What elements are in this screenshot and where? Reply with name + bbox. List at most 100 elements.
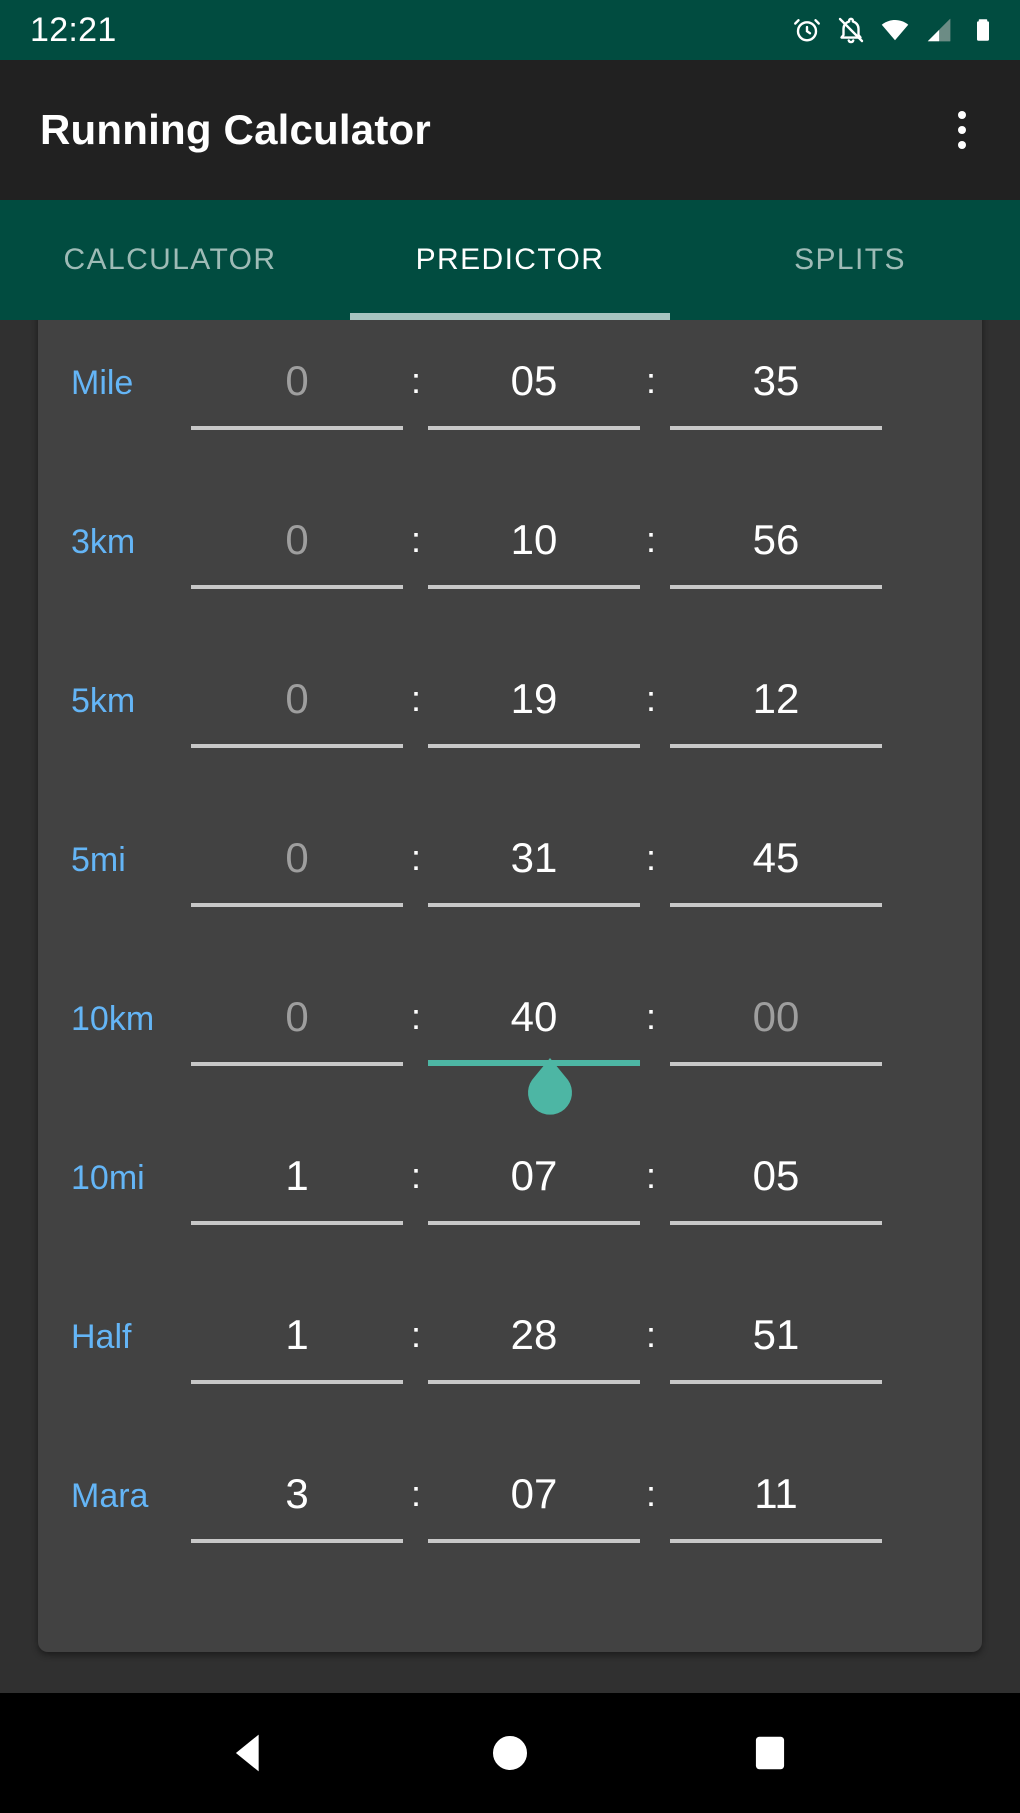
time-field-underline — [428, 1380, 640, 1384]
time-field-minutes-3km[interactable]: 10 — [428, 511, 640, 589]
time-field-seconds-10km[interactable]: 00 — [670, 988, 882, 1066]
cellular-signal-icon — [924, 15, 954, 45]
time-separator: : — [410, 519, 421, 560]
back-button[interactable] — [195, 1698, 305, 1808]
time-separator: : — [645, 360, 656, 401]
time-separator: : — [410, 1314, 421, 1355]
predictor-scroll-area[interactable]: Mile 0:05:35 3km 0:10:56 5km 0:19:12 5mi 0:31:4… — [0, 320, 1020, 1693]
time-field-value: 1 — [285, 1311, 309, 1358]
time-field-underline — [670, 585, 882, 589]
tab-label: SPLITS — [794, 243, 906, 276]
time-field-value: 10 — [510, 516, 558, 563]
time-field-underline — [191, 744, 403, 748]
time-field-hours-5km[interactable]: 0 — [191, 670, 403, 748]
time-field-value: 0 — [285, 675, 309, 722]
table-row: 10mi 1:07:05 — [38, 1115, 982, 1274]
time-field-value: 07 — [510, 1470, 558, 1517]
time-field-seconds-mara[interactable]: 11 — [670, 1465, 882, 1543]
time-field-value: 56 — [752, 516, 800, 563]
time-field-hours-mile[interactable]: 0 — [191, 352, 403, 430]
time-field-hours-5mi[interactable]: 0 — [191, 829, 403, 907]
square-icon — [744, 1727, 796, 1779]
time-separator: : — [410, 1473, 421, 1514]
wifi-icon — [880, 15, 910, 45]
app-bar: Running Calculator — [0, 60, 1020, 200]
table-row: Half 1:28:51 — [38, 1274, 982, 1433]
overflow-dot — [958, 111, 966, 119]
time-separator: : — [410, 1155, 421, 1196]
time-field-minutes-5km[interactable]: 19 — [428, 670, 640, 748]
tab-label: PREDICTOR — [415, 243, 605, 276]
time-field-value: 31 — [510, 834, 558, 881]
time-field-hours-mara[interactable]: 3 — [191, 1465, 403, 1543]
time-field-underline — [191, 1062, 403, 1066]
time-field-value: 35 — [752, 357, 800, 404]
table-row: Mara 3:07:11 — [38, 1433, 982, 1592]
time-field-value: 0 — [285, 357, 309, 404]
time-field-minutes-half[interactable]: 28 — [428, 1306, 640, 1384]
time-separator: : — [645, 519, 656, 560]
tab-calculator[interactable]: CALCULATOR — [0, 200, 340, 320]
time-field-underline — [670, 426, 882, 430]
table-row: 5km 0:19:12 — [38, 638, 982, 797]
time-field-underline — [191, 1380, 403, 1384]
notifications-off-icon — [836, 15, 866, 45]
system-navigation-bar — [0, 1693, 1020, 1813]
time-separator: : — [645, 1314, 656, 1355]
time-field-underline — [191, 1221, 403, 1225]
predictor-card: Mile 0:05:35 3km 0:10:56 5km 0:19:12 5mi 0:31:4… — [38, 320, 982, 1652]
time-separator: : — [645, 1473, 656, 1514]
table-row: 5mi 0:31:45 — [38, 797, 982, 956]
time-field-seconds-5mi[interactable]: 45 — [670, 829, 882, 907]
time-field-seconds-mile[interactable]: 35 — [670, 352, 882, 430]
time-field-minutes-mara[interactable]: 07 — [428, 1465, 640, 1543]
home-button[interactable] — [455, 1698, 565, 1808]
time-field-value: 45 — [752, 834, 800, 881]
time-field-underline — [428, 1221, 640, 1225]
time-separator: : — [410, 837, 421, 878]
tab-splits[interactable]: SPLITS — [680, 200, 1020, 320]
time-field-minutes-10mi[interactable]: 07 — [428, 1147, 640, 1225]
time-field-underline — [670, 1380, 882, 1384]
time-field-underline — [428, 1539, 640, 1543]
overflow-dot — [958, 126, 966, 134]
time-field-value: 1 — [285, 1152, 309, 1199]
time-separator: : — [645, 1155, 656, 1196]
time-separator: : — [410, 360, 421, 401]
time-field-value: 0 — [285, 993, 309, 1040]
time-separator: : — [645, 678, 656, 719]
time-field-minutes-10km[interactable]: 40 — [428, 988, 640, 1066]
status-bar: 12:21 — [0, 0, 1020, 60]
time-separator: : — [410, 678, 421, 719]
time-field-underline — [191, 426, 403, 430]
time-field-value: 07 — [510, 1152, 558, 1199]
time-field-minutes-5mi[interactable]: 31 — [428, 829, 640, 907]
circle-icon — [484, 1727, 536, 1779]
time-field-hours-10km[interactable]: 0 — [191, 988, 403, 1066]
time-field-underline — [428, 903, 640, 907]
table-row: Mile 0:05:35 — [38, 320, 982, 479]
time-field-hours-10mi[interactable]: 1 — [191, 1147, 403, 1225]
time-field-minutes-mile[interactable]: 05 — [428, 352, 640, 430]
status-bar-clock: 12:21 — [30, 10, 117, 49]
time-field-value: 11 — [754, 1470, 798, 1517]
time-field-hours-3km[interactable]: 0 — [191, 511, 403, 589]
time-field-underline — [670, 1221, 882, 1225]
time-field-seconds-half[interactable]: 51 — [670, 1306, 882, 1384]
phone-screen: 12:21 Running Calculator CALCULATOR PRED… — [0, 0, 1020, 1813]
time-field-seconds-10mi[interactable]: 05 — [670, 1147, 882, 1225]
time-field-value: 05 — [752, 1152, 800, 1199]
table-row: 3km 0:10:56 — [38, 479, 982, 638]
time-field-hours-half[interactable]: 1 — [191, 1306, 403, 1384]
time-field-seconds-5km[interactable]: 12 — [670, 670, 882, 748]
tab-predictor[interactable]: PREDICTOR — [340, 200, 680, 320]
time-field-value: 51 — [752, 1311, 800, 1358]
time-field-seconds-3km[interactable]: 56 — [670, 511, 882, 589]
time-field-value: 28 — [510, 1311, 558, 1358]
time-field-value: 0 — [285, 834, 309, 881]
time-field-underline — [428, 426, 640, 430]
time-field-value: 05 — [510, 357, 558, 404]
recents-button[interactable] — [715, 1698, 825, 1808]
overflow-menu-icon[interactable] — [934, 96, 990, 164]
time-field-underline — [670, 744, 882, 748]
